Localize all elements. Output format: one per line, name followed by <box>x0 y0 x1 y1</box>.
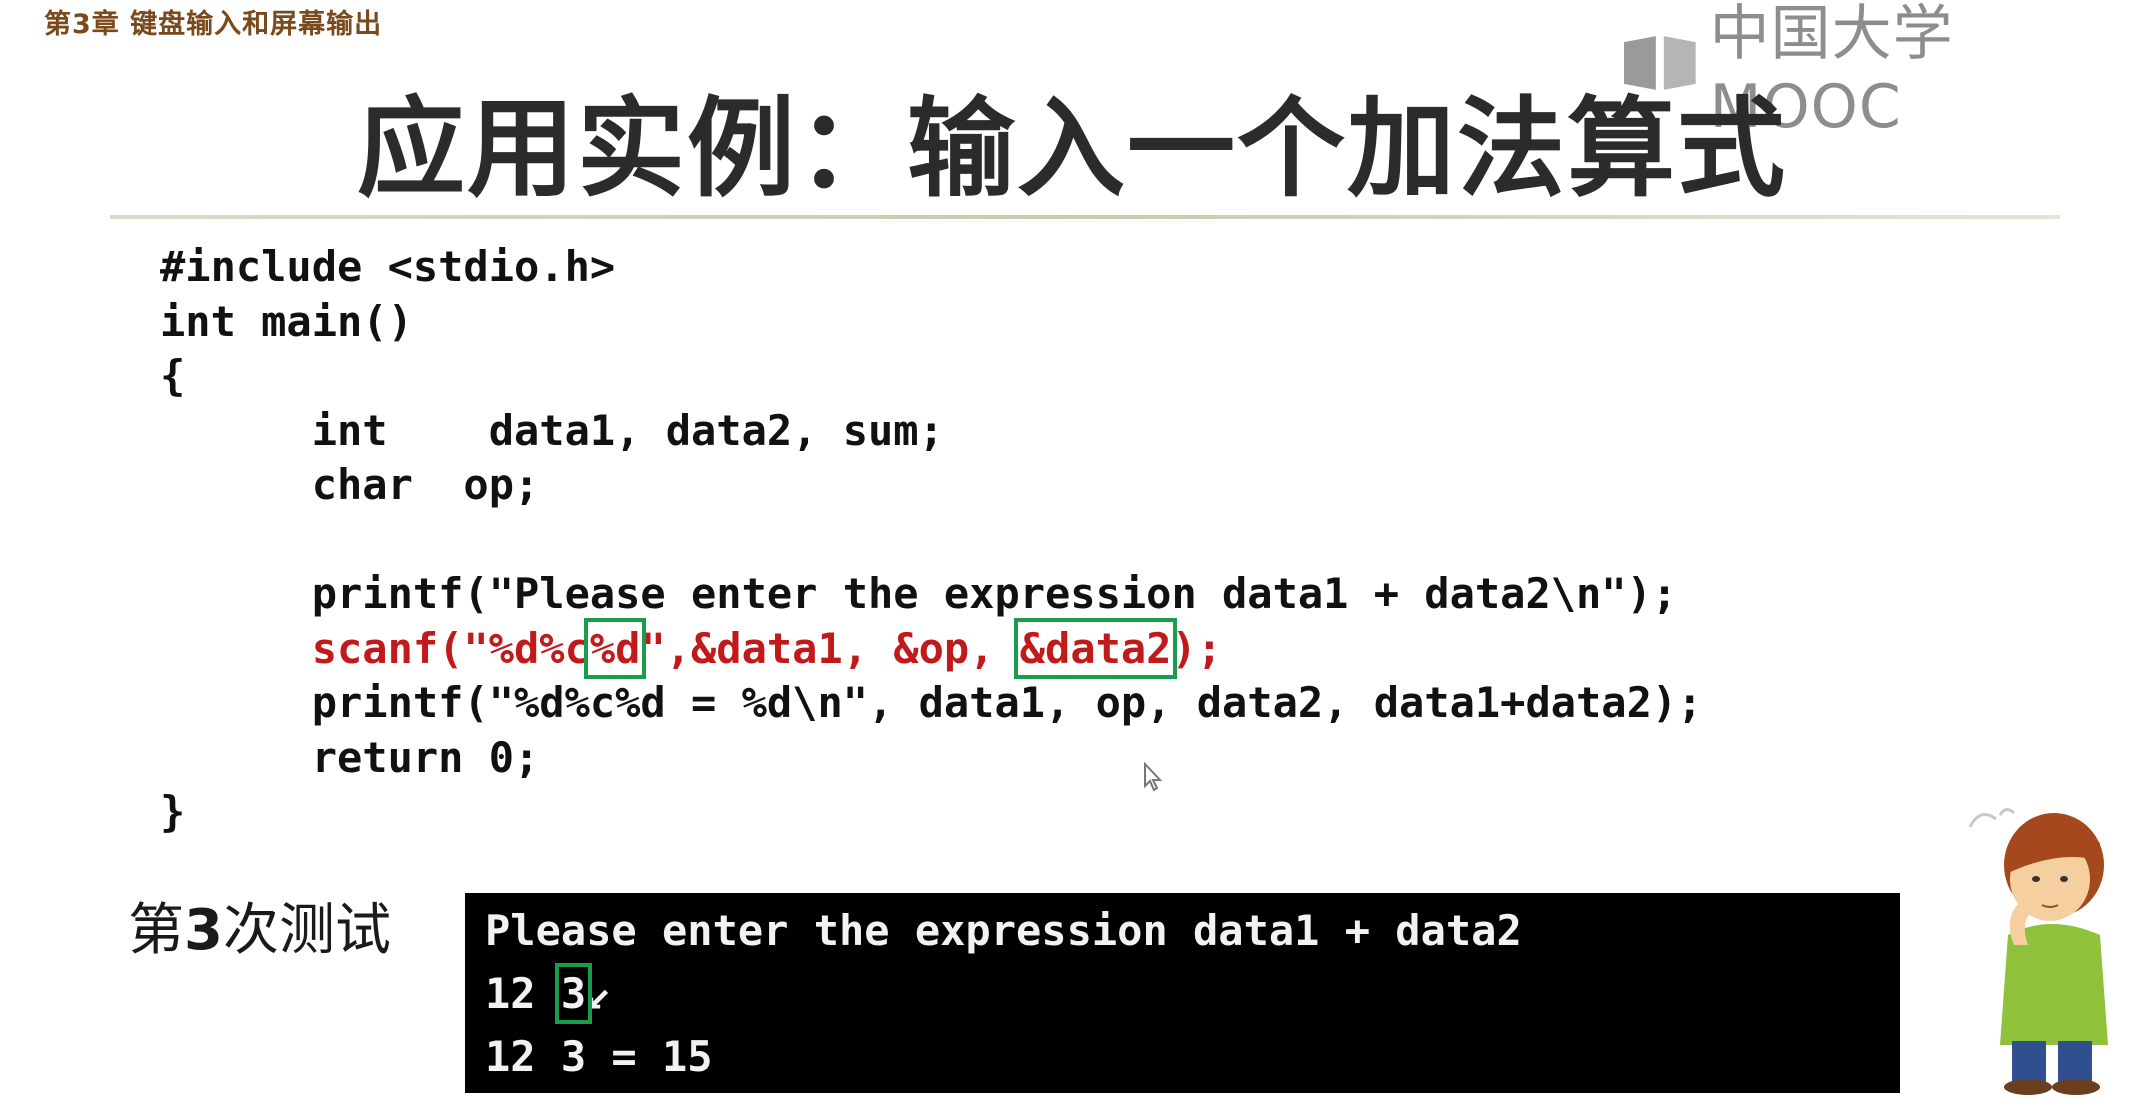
test-label-prefix: 第 <box>128 898 184 963</box>
scanf-part: scanf("%d%c <box>160 623 590 673</box>
chapter-label: 第3章 键盘输入和屏幕输出 <box>44 9 383 40</box>
test-label-number: 3 <box>184 898 223 963</box>
code-block: #include <stdio.h> int main() { int data… <box>160 240 1702 840</box>
console-part: 12 <box>485 969 561 1018</box>
scanf-line: scanf("%d%c%d",&data1, &op, &data2); <box>160 617 1702 679</box>
code-line: printf("%d%c%d = %d\n", data1, op, data2… <box>160 678 1703 727</box>
scanf-part: ",&data1, &op, <box>640 623 1020 673</box>
code-line: printf("Please enter the expression data… <box>160 569 1678 618</box>
enter-mark: ↙ <box>586 969 612 1018</box>
code-line: return 0; <box>160 732 540 782</box>
test-label: 第3次测试 <box>128 885 391 966</box>
console-line: 12 3 = 15 <box>485 1032 713 1081</box>
mouse-cursor-icon <box>1144 762 1163 792</box>
console-output: Please enter the expression data1 + data… <box>465 893 1900 1093</box>
code-line: int main() <box>160 296 413 346</box>
console-line: Please enter the expression data1 + data… <box>485 906 1522 955</box>
test-label-suffix: 次测试 <box>222 898 391 963</box>
scanf-part: ); <box>1171 623 1223 673</box>
title-divider <box>110 215 2060 219</box>
code-line: } <box>160 787 186 836</box>
highlight-data2-arg: &data2 <box>1013 617 1178 679</box>
highlight-format-d: %d <box>583 617 647 679</box>
code-line: char op; <box>160 460 540 509</box>
code-line: { <box>160 351 186 400</box>
code-line: #include <stdio.h> <box>160 242 616 291</box>
slide-title: 应用实例：输入一个加法算式 <box>356 87 1787 212</box>
code-line: int data1, data2, sum; <box>160 405 944 455</box>
highlight-input-3: 3 <box>554 963 593 1024</box>
thinking-boy-illustration <box>1968 808 2108 1095</box>
console-input-line: 12 3↙ <box>485 962 1900 1025</box>
